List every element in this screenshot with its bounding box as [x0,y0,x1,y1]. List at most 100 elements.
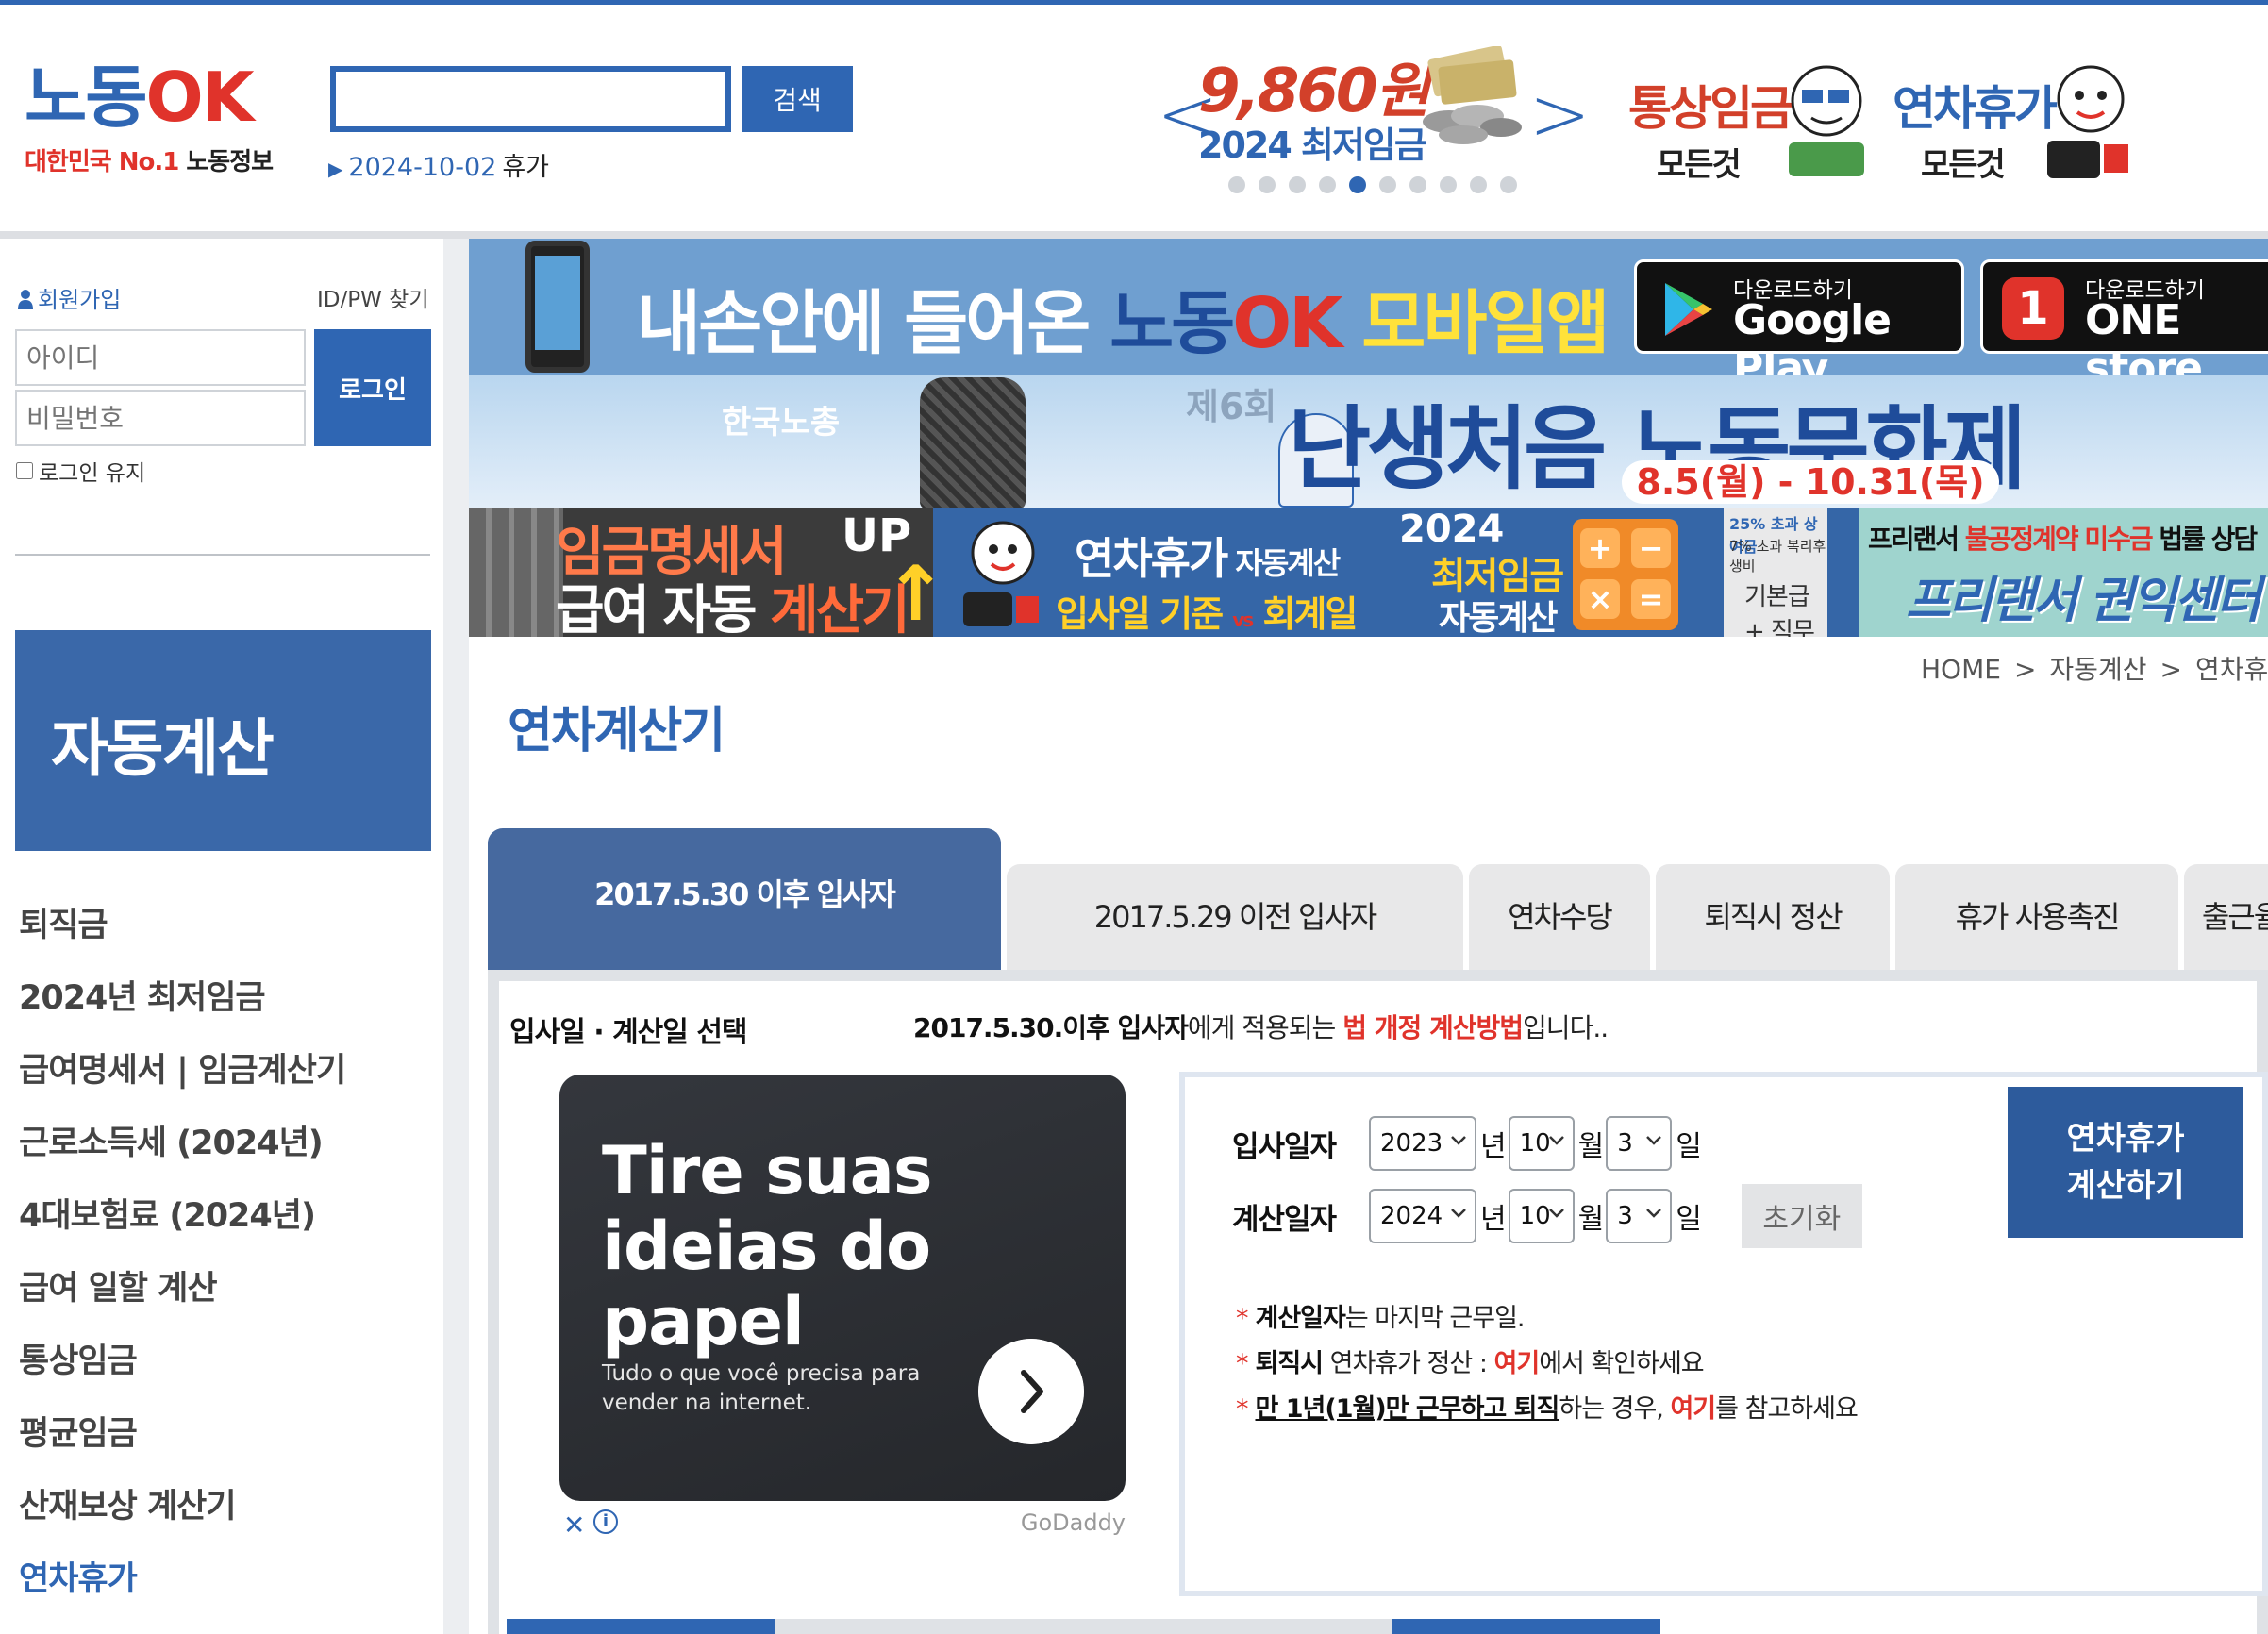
site-header: 노동OK 대한민국 No.1 노동정보 검색 ▶ 2024-10-02 휴가 < 9… [0,5,2268,231]
tab-after-20170530[interactable]: 2017.5.30 이후 입사자 [488,828,1001,970]
unit-day: 일 [1676,1130,1702,1163]
slider-dot[interactable] [1259,176,1276,193]
note-underline[interactable]: 만 1년(1월)만 근무하고 퇴직 [1256,1394,1560,1424]
wage-paper-image: 25% 초과 상여금 7% 초과 복리후생비 기본급 + 직무수당 [1724,508,1827,637]
calc-year-select[interactable]: 2024 [1369,1189,1476,1243]
calc-day-select[interactable]: 3 [1606,1189,1673,1243]
side-menu-item[interactable]: 근로소득세 (2024년) [19,1108,345,1180]
join-day-select[interactable]: 3 [1606,1116,1673,1171]
app-text-blue: 노동 [1109,283,1235,364]
note-end: 에서 확인하세요 [1539,1349,1704,1378]
note-link-here[interactable]: 여기 [1494,1349,1541,1378]
info-icon[interactable]: i [593,1509,618,1534]
annual-leave-banner[interactable]: 연차휴가 자동계산 입사일 기준 vs 회계일 기준 [933,508,1393,637]
reset-button[interactable]: 초기화 [1741,1184,1862,1248]
slider-dot[interactable] [1440,176,1457,193]
breadcrumb-home[interactable]: HOME [1921,654,2001,685]
person-icon [18,290,33,309]
googleplay-icon [1665,283,1712,336]
calc-key: + [1580,528,1620,568]
side-menu-item-active[interactable]: 연차휴가 [19,1543,345,1616]
notice-ticker[interactable]: ▶ 2024-10-02 휴가 [328,146,549,183]
tab-before-20170529[interactable]: 2017.5.29 이전 입사자 [1007,864,1463,970]
logo-main-blue: 노동 [25,58,147,137]
minimum-wage-banner[interactable]: 2024 최저임금 자동계산 + − × = 25% 초과 상여금 7% 초과 … [1393,508,1859,637]
site-logo[interactable]: 노동OK 대한민국 No.1 노동정보 [25,63,298,195]
app-text-red: OK [1232,283,1342,364]
side-menu-item[interactable]: 통상임금 [19,1326,345,1398]
advertisement[interactable]: Tire suas ideias do papel Tudo o que voc… [559,1075,1126,1501]
slider-dot[interactable] [1379,176,1396,193]
side-menu-item[interactable]: 2024년 최저임금 [19,962,345,1035]
festival-banner[interactable]: 한국노총 제6회 난생처음 노동문화제 8.5(월) - 10.31(목) [469,375,2268,508]
tab-attendance-rate[interactable]: 출근율 [2184,864,2268,970]
annual-sub-vs: vs [1232,609,1254,631]
quicklink-title: 연차휴가 [1893,81,2058,136]
login-button[interactable]: 로그인 [314,329,431,446]
signup-link[interactable]: 회원가입 [17,281,121,314]
festival-edition: 제6회 [1186,386,1277,427]
remember-login[interactable]: 로그인 유지 [16,455,145,487]
search-input[interactable] [330,66,731,132]
calc-key: − [1631,528,1671,568]
remember-login-checkbox[interactable] [16,462,33,479]
slider-dot[interactable] [1228,176,1245,193]
tab-annual-allowance[interactable]: 연차수당 [1469,864,1650,970]
password-input[interactable] [15,390,306,446]
googleplay-badge[interactable]: 다운로드하기 Google Play [1634,259,1964,375]
logo-wordmark: 노동OK [25,63,298,131]
tab-leave-promotion[interactable]: 휴가 사용촉진 [1895,864,2178,970]
find-idpw-link[interactable]: ID/PW 찾기 [317,281,429,313]
mascot-icon [963,521,1039,626]
close-icon[interactable]: ✕ [563,1509,585,1541]
side-menu-item[interactable]: 퇴직금 [19,890,345,962]
tab-retirement-settlement[interactable]: 퇴직시 정산 [1656,864,1890,970]
calc-button-line1: 연차휴가 [2066,1120,2185,1158]
quicklink-sub: 모든것 [1921,146,2006,184]
slider-dot[interactable] [1500,176,1517,193]
side-menu-item[interactable]: 급여 일할 계산 [19,1253,345,1326]
side-menu-item[interactable]: 평균임금 [19,1398,345,1471]
app-banner[interactable]: 내손안에 들어온 노동OK 모바일앱 다운로드하기 Google Play 1 … [469,239,2268,375]
payslip-banner[interactable]: 임금명세서 급여 자동 계산기 UP ↑ [469,508,933,637]
payslip-line2-plain: 급여 자동 [556,580,771,637]
join-month-select[interactable]: 10 [1508,1116,1575,1171]
asterisk-icon: * [1236,1349,1248,1378]
triangle-right-icon: ▶ [328,158,343,180]
calc-date-row: 계산일자 2024 년 10 월 3 일 초기화 [1232,1184,1862,1248]
onestore-badge[interactable]: 1 다운로드하기 ONE store [1980,259,2268,375]
unit-year: 년 [1480,1130,1507,1163]
quicklink-annual-leave[interactable]: 연차휴가 모든것 [1893,61,2138,184]
tab-bar: 2017.5.30 이후 입사자 2017.5.29 이전 입사자 연차수당 퇴… [488,828,2268,970]
slider-dot[interactable] [1349,176,1366,193]
chevron-down-icon [1548,1209,1564,1218]
side-menu-item[interactable]: 산재보상 계산기 [19,1471,345,1543]
slider-dot[interactable] [1470,176,1487,193]
chevron-right-icon[interactable]: > [1529,78,1591,152]
search-button[interactable]: 검색 [742,66,853,132]
page-title: 연차계산기 [508,703,725,759]
freelancer-banner[interactable]: 프리랜서 불공정계약 미수금 법률 상담 프리랜서 권익센터 [1859,508,2268,637]
slider-dot[interactable] [1289,176,1306,193]
breadcrumb-current[interactable]: 연차휴가 [2195,654,2268,685]
chevron-right-icon[interactable] [978,1339,1084,1444]
notice-date: 2024-10-02 [348,153,497,182]
userid-input[interactable] [15,329,306,386]
slider-dot[interactable] [1319,176,1336,193]
calc-month-select[interactable]: 10 [1508,1189,1575,1243]
paper-text2: 7% 초과 복리후생비 [1729,538,1826,575]
slider-dot[interactable] [1409,176,1426,193]
law-note-red: 법 개정 계산방법 [1342,1012,1524,1043]
calculate-button[interactable]: 연차휴가 계산하기 [2008,1087,2243,1238]
note-end: 를 참고하세요 [1715,1394,1859,1424]
side-menu-item[interactable]: 급여명세서 | 임금계산기 [19,1035,346,1108]
date-select-heading: 입사일 · 계산일 선택 [509,1016,748,1049]
signup-label: 회원가입 [38,287,122,313]
note-link-here[interactable]: 여기 [1670,1394,1716,1424]
join-year-select[interactable]: 2023 [1369,1116,1476,1171]
promo-slider[interactable]: < 9,860원 2024 최저임금 > [1157,42,1591,203]
side-menu-item[interactable]: 4대보험료 (2024년) [19,1180,345,1253]
quicklink-ordinary-wage[interactable]: 통상임금 모든것 [1628,61,1874,184]
ad-headline: Tire suas ideias do papel [602,1132,933,1360]
breadcrumb-item[interactable]: 자동계산 [2049,654,2146,685]
